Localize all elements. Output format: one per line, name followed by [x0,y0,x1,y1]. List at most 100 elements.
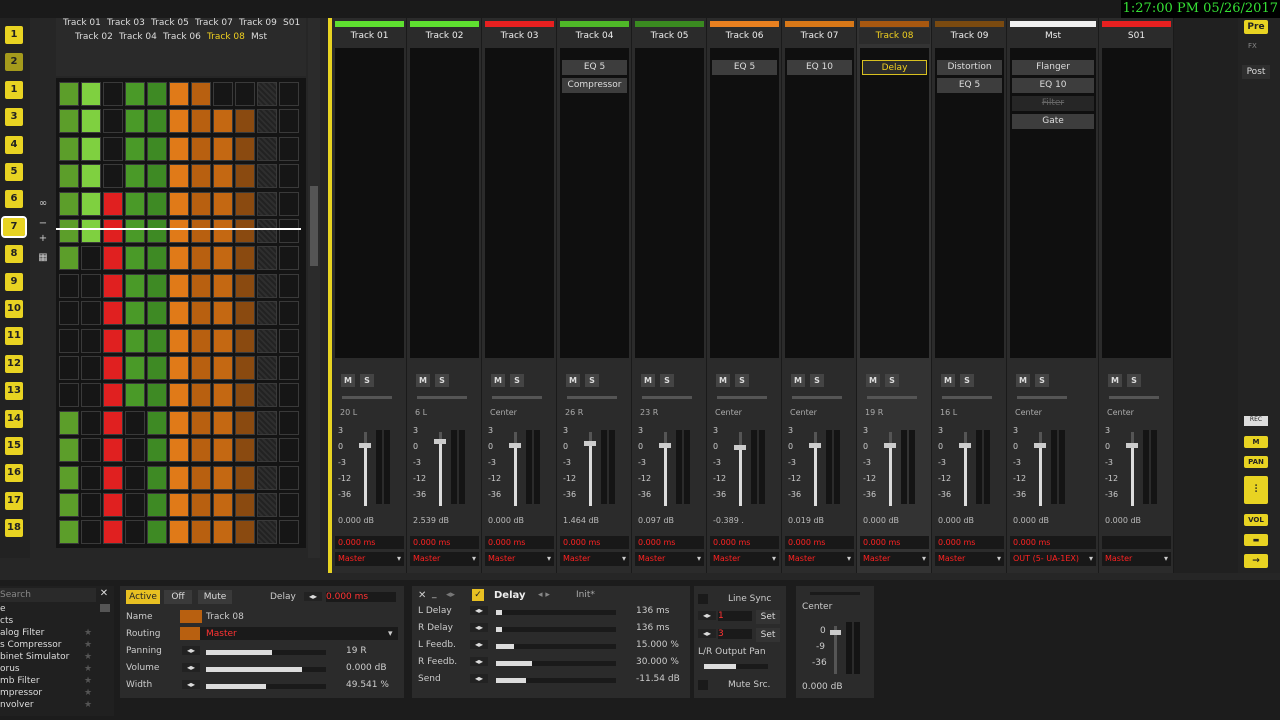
solo-button[interactable]: S [510,374,524,387]
clip-slot[interactable] [191,164,211,189]
set-r-button[interactable]: Set [756,628,780,642]
device-param-slider[interactable] [496,661,616,666]
minimize-icon[interactable]: _ [432,589,437,599]
l-sync-value[interactable]: 1 [718,611,752,621]
strip-name[interactable]: Track 06 [709,28,780,44]
clip-slot[interactable] [279,273,299,298]
clip-slot[interactable] [279,136,299,161]
pan-slider[interactable] [1017,396,1067,399]
mute-button[interactable]: M [566,374,580,387]
clip-slot[interactable] [169,493,189,517]
solo-button[interactable]: S [810,374,824,387]
scene-launch-button[interactable]: 6 [5,190,23,209]
scene-launch-button[interactable]: 16 [5,464,23,483]
clip-slot[interactable] [103,465,123,490]
clip-slot[interactable] [257,493,277,517]
clip-slot[interactable] [213,356,233,380]
clip-slot[interactable] [235,356,255,380]
solo-button[interactable]: S [660,374,674,387]
scene-launch-button[interactable]: 9 [5,272,23,291]
clip-slot[interactable] [59,356,79,380]
clip-slot[interactable] [257,273,277,298]
clip-slot[interactable] [191,82,211,106]
fader-icon[interactable]: ⫶ [1244,476,1268,504]
clip-slot[interactable] [257,328,277,353]
arrows-icon[interactable]: ◂▸ [446,590,455,600]
close-icon[interactable]: ✕ [418,590,426,601]
clip-slot[interactable] [103,164,123,189]
output-routing-select[interactable]: Master ▾ [935,552,1004,566]
solo-button[interactable]: S [1127,374,1141,387]
track-delay-field[interactable]: 0.000 ms [485,536,554,549]
param-arrows[interactable]: ◂▸ [470,674,488,683]
clip-slot[interactable] [147,410,167,435]
clip-slot[interactable] [103,493,123,517]
clip-slot[interactable] [147,465,167,490]
clip-slot[interactable] [279,520,299,545]
mute-button[interactable]: M [791,374,805,387]
clip-slot[interactable] [125,301,145,326]
browser-item[interactable]: cts [0,616,13,626]
pan-slider[interactable] [1109,396,1159,399]
clip-slot[interactable] [235,82,255,106]
scene-launch-button[interactable]: 10 [5,300,23,318]
scene-launch-button[interactable]: 12 [5,354,23,373]
track-delay-field[interactable]: 0.000 ms [335,536,404,549]
clip-slot[interactable] [147,246,167,271]
clip-slot[interactable] [169,301,189,326]
clip-slot[interactable] [125,493,145,517]
scene-launch-button[interactable]: 11 [5,327,23,346]
clip-slot[interactable] [235,219,255,243]
clip-slot[interactable] [257,301,277,326]
clip-slot[interactable] [257,465,277,490]
clip-slot[interactable] [257,82,277,106]
clip-slot[interactable] [257,109,277,134]
scene-launch-button[interactable]: 1 [5,26,23,44]
clip-slot[interactable] [213,273,233,298]
clip-slot[interactable] [279,164,299,189]
output-icon[interactable]: ▬ [1244,534,1268,546]
output-routing-select[interactable]: Master ▾ [485,552,554,566]
clip-slot[interactable] [125,136,145,161]
clip-slot[interactable] [279,219,299,243]
clip-slot[interactable] [235,520,255,545]
track-delay-field[interactable]: 0.000 ms [935,536,1004,549]
clip-slot[interactable] [169,410,189,435]
clip-slot[interactable] [279,301,299,326]
panning-arrows[interactable]: ◂▸ [182,646,200,655]
pan-slider[interactable] [417,396,467,399]
clip-slot[interactable] [191,410,211,435]
insert-slot[interactable]: Compressor [562,78,627,93]
clip-slot[interactable] [125,109,145,134]
line-sync-checkbox[interactable] [698,594,708,604]
insert-slot[interactable]: EQ 5 [937,78,1002,93]
clip-slot[interactable] [257,164,277,189]
track-delay-field[interactable]: 0.000 ms [635,536,704,549]
device-param-slider[interactable] [496,644,616,649]
clip-slot[interactable] [279,109,299,134]
clip-slot[interactable] [169,328,189,353]
clip-slot[interactable] [125,356,145,380]
clip-slot[interactable] [81,328,101,353]
clip-slot[interactable] [235,273,255,298]
clip-slot[interactable] [103,82,123,106]
clip-slot[interactable] [169,82,189,106]
clip-slot[interactable] [191,136,211,161]
clip-slot[interactable] [147,438,167,463]
clip-slot[interactable] [169,383,189,408]
scene-launch-button[interactable]: 15 [5,437,23,455]
clip-slot[interactable] [257,410,277,435]
clip-slot[interactable] [81,136,101,161]
clip-slot[interactable] [235,301,255,326]
clip-slot[interactable] [59,520,79,545]
favorite-star-icon[interactable]: ★ [84,700,92,710]
track-delay-field[interactable]: 0.000 ms [785,536,854,549]
clip-slot[interactable] [59,82,79,106]
strip-name[interactable]: Track 05 [634,28,705,44]
clip-slot[interactable] [191,383,211,408]
clip-slot[interactable] [169,109,189,134]
mini-pan-slider[interactable] [810,592,860,595]
clip-slot[interactable] [213,520,233,545]
output-routing-select[interactable]: Master ▾ [785,552,854,566]
clip-slot[interactable] [81,246,101,271]
